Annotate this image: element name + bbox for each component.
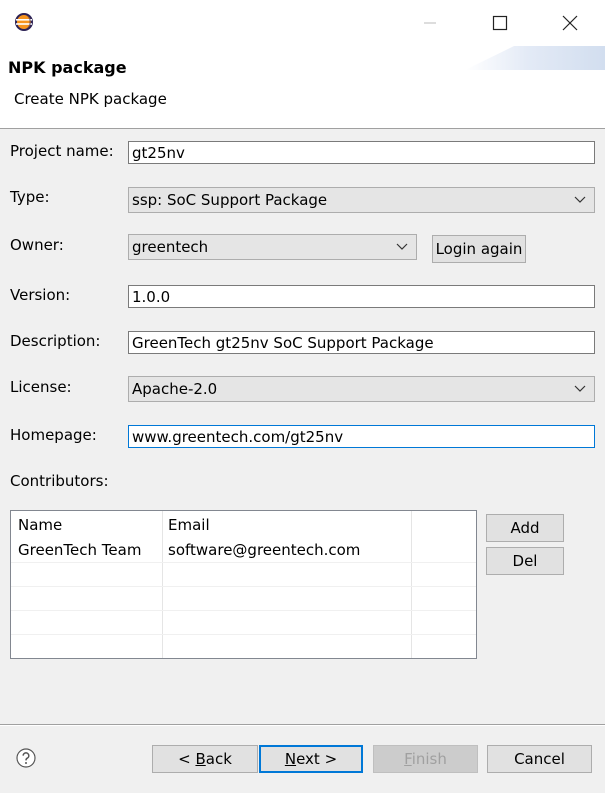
page-description: Create NPK package: [14, 90, 167, 108]
finish-mnemonic: F: [404, 750, 412, 768]
description-label: Description:: [10, 332, 101, 350]
close-icon: [562, 15, 578, 31]
description-input[interactable]: [128, 331, 595, 354]
title-bar: [0, 0, 605, 46]
project-name-label: Project name:: [10, 142, 114, 160]
back-label-rest: ack: [205, 750, 232, 768]
minimize-icon: [424, 22, 436, 24]
page-title: NPK package: [8, 58, 127, 77]
type-select[interactable]: ssp: SoC Support Package: [128, 187, 595, 213]
cancel-button[interactable]: Cancel: [487, 745, 592, 773]
add-contributor-button[interactable]: Add: [486, 514, 564, 542]
back-prefix: <: [178, 750, 196, 768]
table-row-empty[interactable]: [11, 562, 476, 587]
next-mnemonic: N: [284, 750, 297, 768]
type-label: Type:: [10, 188, 50, 206]
column-header-email[interactable]: Email: [161, 513, 210, 537]
contributors-table[interactable]: Name Email GreenTech Team software@green…: [10, 510, 477, 659]
license-select-value: Apache-2.0: [132, 380, 218, 398]
version-label: Version:: [10, 286, 71, 304]
minimize-button[interactable]: [410, 8, 450, 38]
table-header-row: Name Email: [11, 513, 476, 537]
chevron-down-icon: [574, 385, 586, 392]
finish-button[interactable]: Finish: [373, 745, 478, 773]
homepage-label: Homepage:: [10, 426, 97, 444]
back-mnemonic: B: [195, 750, 206, 768]
chevron-down-icon: [574, 196, 586, 203]
eclipse-icon: [15, 13, 33, 31]
table-row-empty[interactable]: [11, 634, 476, 658]
finish-label-rest: inish: [411, 750, 447, 768]
close-window-button[interactable]: [550, 8, 590, 38]
contributors-label: Contributors:: [10, 472, 109, 490]
owner-label: Owner:: [10, 236, 64, 254]
next-button[interactable]: Next >: [259, 745, 363, 773]
next-label-rest: ext >: [296, 750, 338, 768]
license-select[interactable]: Apache-2.0: [128, 376, 595, 402]
maximize-button[interactable]: [480, 8, 520, 38]
header-banner-decoration: [465, 46, 605, 70]
back-button[interactable]: < Back: [152, 745, 258, 773]
delete-contributor-button[interactable]: Del: [486, 547, 564, 575]
version-input[interactable]: [128, 285, 595, 308]
help-icon[interactable]: [16, 748, 36, 768]
license-label: License:: [10, 378, 72, 396]
owner-select-value: greentech: [132, 238, 209, 256]
contributor-name: GreenTech Team: [18, 541, 142, 559]
table-row-empty[interactable]: [11, 610, 476, 635]
footer-separator-highlight: [0, 725, 605, 726]
table-row[interactable]: GreenTech Team software@greentech.com: [11, 538, 476, 563]
wizard-header: NPK package Create NPK package: [0, 46, 605, 129]
project-name-input[interactable]: [128, 141, 595, 164]
chevron-down-icon: [396, 243, 408, 250]
contributor-email: software@greentech.com: [168, 541, 361, 559]
login-again-button[interactable]: Login again: [432, 235, 526, 263]
owner-select[interactable]: greentech: [128, 234, 417, 260]
column-header-name[interactable]: Name: [11, 513, 62, 537]
type-select-value: ssp: SoC Support Package: [132, 191, 328, 209]
homepage-input[interactable]: [128, 425, 595, 448]
maximize-icon: [492, 15, 508, 31]
table-row-empty[interactable]: [11, 586, 476, 611]
